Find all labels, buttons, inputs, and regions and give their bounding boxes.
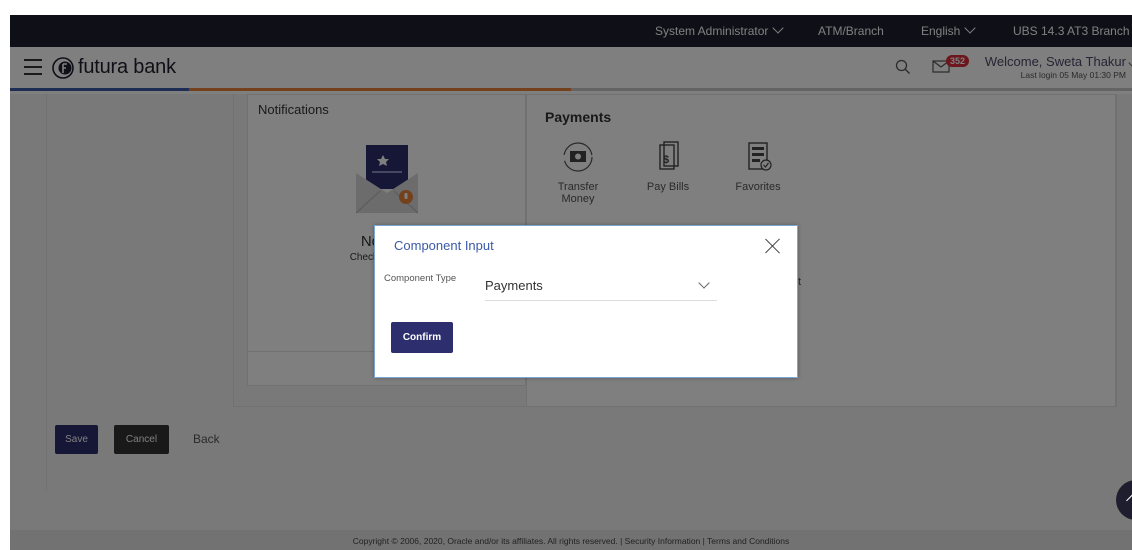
component-type-value: Payments	[485, 278, 543, 293]
dialog-title: Component Input	[394, 238, 494, 253]
component-input-dialog: Component Input Component Type Payments …	[374, 225, 798, 378]
close-icon[interactable]	[763, 236, 783, 256]
chevron-down-icon	[698, 277, 710, 289]
component-type-label: Component Type	[384, 273, 457, 284]
confirm-button[interactable]: Confirm	[391, 322, 453, 353]
component-type-select[interactable]: Payments	[485, 271, 717, 301]
